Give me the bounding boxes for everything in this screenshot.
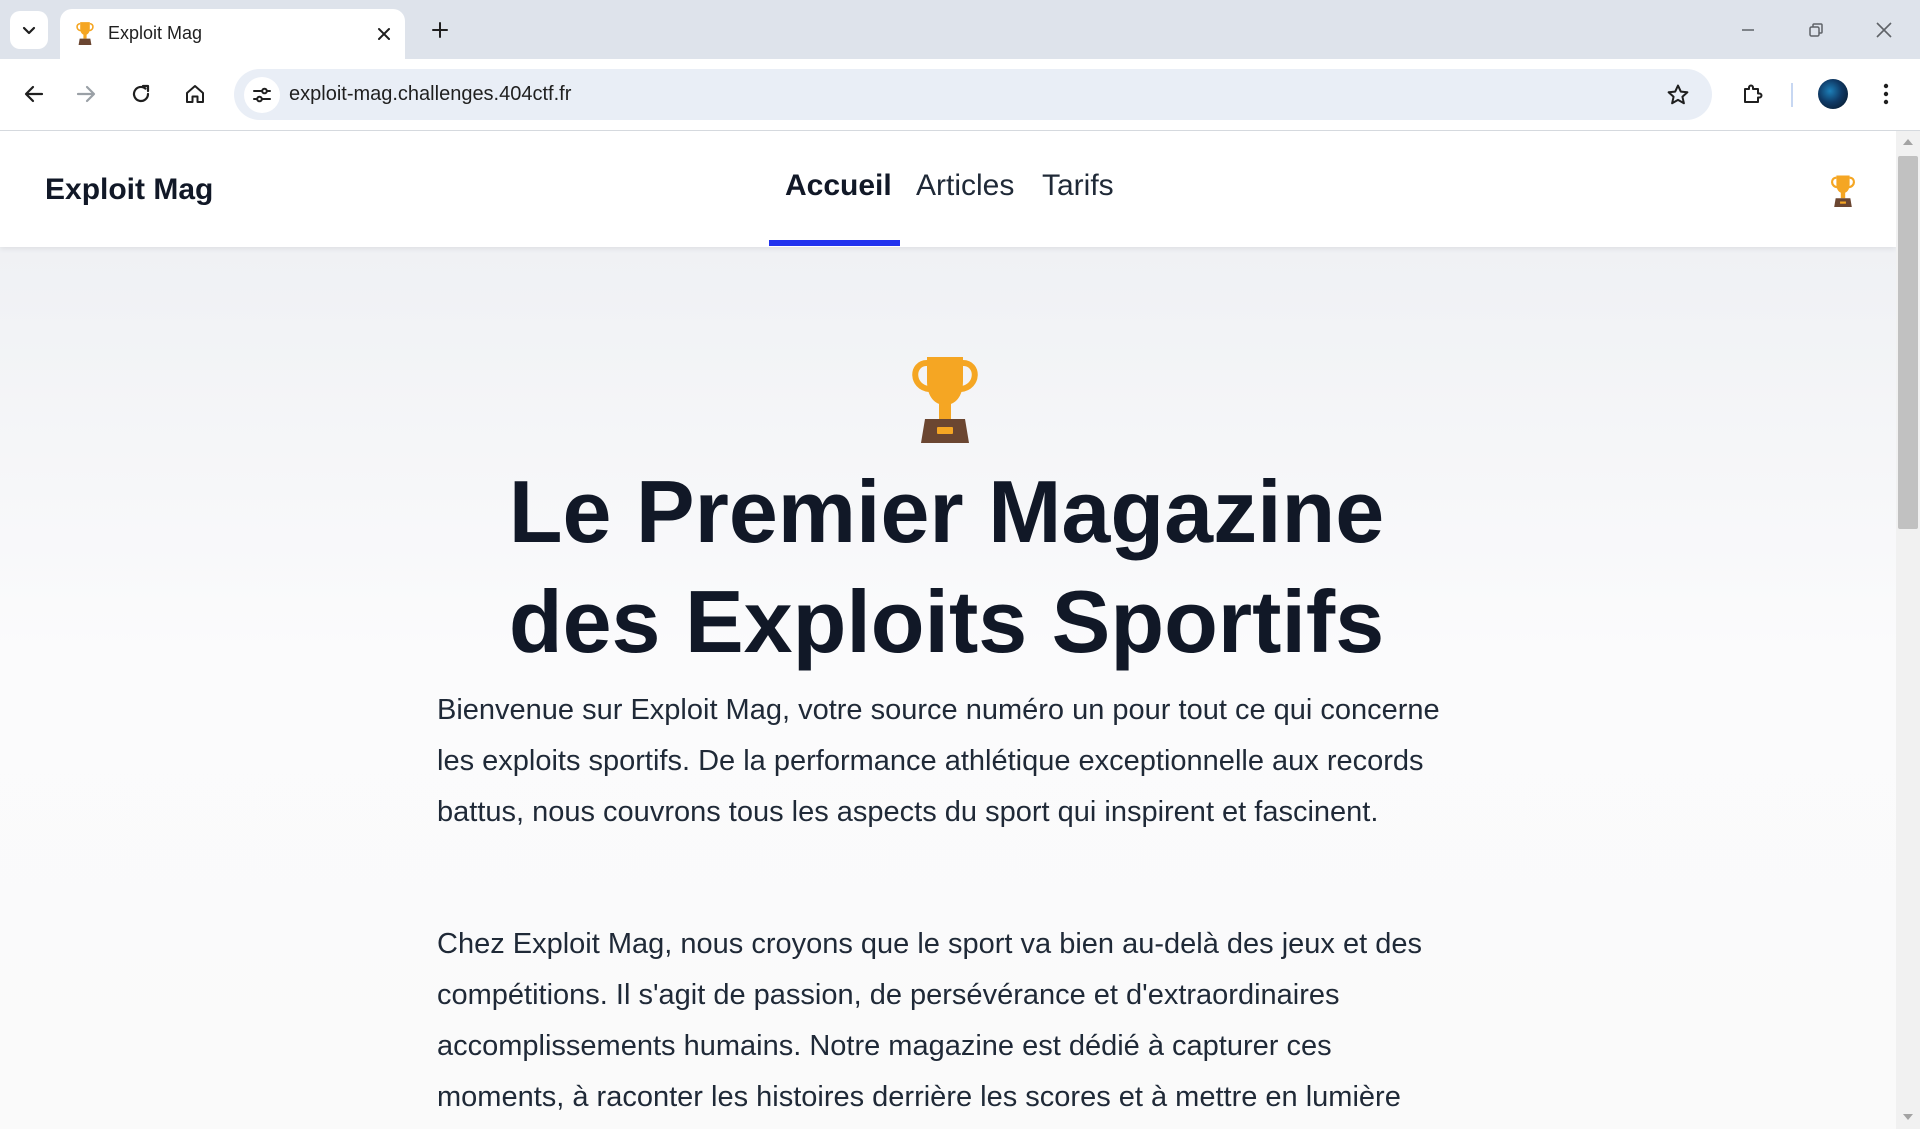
tab-search-icon xyxy=(22,26,36,35)
forward-icon xyxy=(76,85,96,103)
browser-toolbar: exploit-mag.challenges.404ctf.fr xyxy=(0,59,1920,131)
trophy-favicon-icon xyxy=(76,22,94,45)
nav-link-tarifs[interactable]: Tarifs xyxy=(1042,169,1114,203)
scroll-down-button[interactable] xyxy=(1901,1110,1915,1124)
back-button[interactable] xyxy=(14,74,54,114)
minimize-icon xyxy=(1742,29,1754,31)
extensions-button[interactable] xyxy=(1733,74,1773,114)
home-button[interactable] xyxy=(175,74,215,114)
close-icon xyxy=(378,28,390,40)
profile-avatar[interactable] xyxy=(1818,79,1848,109)
window-close-icon xyxy=(1876,22,1892,38)
restore-button[interactable] xyxy=(1796,10,1836,50)
intro-paragraph-1: Bienvenue sur Exploit Mag, votre source … xyxy=(437,694,1440,828)
scroll-up-arrow-icon xyxy=(1903,139,1913,145)
nav-link-articles[interactable]: Articles xyxy=(916,169,1014,203)
minimize-button[interactable] xyxy=(1728,10,1768,50)
url-text[interactable]: exploit-mag.challenges.404ctf.fr xyxy=(289,83,571,106)
bookmark-button[interactable] xyxy=(1660,77,1696,113)
extensions-icon xyxy=(1744,84,1763,103)
address-bar[interactable]: exploit-mag.challenges.404ctf.fr xyxy=(234,69,1712,120)
hero-title-line-2: des Exploits Sportifs xyxy=(508,572,1385,671)
home-icon xyxy=(186,85,204,103)
browser-tab-strip: Exploit Mag xyxy=(0,0,1920,59)
browser-tab[interactable]: Exploit Mag xyxy=(60,9,405,59)
scroll-down-arrow-icon xyxy=(1903,1114,1913,1120)
site-info-icon xyxy=(253,87,271,103)
forward-button[interactable] xyxy=(66,74,106,114)
tab-search-button[interactable] xyxy=(10,11,48,49)
scroll-thumb[interactable] xyxy=(1898,156,1918,529)
hero-trophy-icon xyxy=(912,357,978,443)
page-viewport: Exploit Mag Accueil Articles Tarifs Le P… xyxy=(0,131,1896,1129)
more-menu-icon xyxy=(1883,83,1889,105)
back-icon xyxy=(24,85,44,103)
reload-button[interactable] xyxy=(121,74,161,114)
hero-title-line-1: Le Premier Magazine xyxy=(508,462,1385,561)
reload-icon xyxy=(132,84,150,103)
site-info-button[interactable] xyxy=(244,77,280,113)
site-header: Exploit Mag Accueil Articles Tarifs xyxy=(0,131,1896,247)
window-close-button[interactable] xyxy=(1864,10,1904,50)
tab-close-button[interactable] xyxy=(371,21,397,47)
tab-title: Exploit Mag xyxy=(108,23,203,43)
site-brand[interactable]: Exploit Mag xyxy=(45,173,213,207)
bookmark-star-icon xyxy=(1667,84,1689,105)
trophy-icon[interactable] xyxy=(1828,174,1858,207)
toolbar-divider xyxy=(1791,83,1793,107)
scroll-up-button[interactable] xyxy=(1901,135,1915,149)
new-tab-button[interactable] xyxy=(424,14,456,46)
hero-title: Le Premier Magazine des Exploits Sportif… xyxy=(400,457,1493,677)
restore-icon xyxy=(1809,23,1823,37)
plus-icon xyxy=(432,22,448,38)
more-menu-button[interactable] xyxy=(1866,74,1906,114)
nav-link-accueil[interactable]: Accueil xyxy=(785,169,892,203)
intro-paragraph-2: Chez Exploit Mag, nous croyons que le sp… xyxy=(437,928,1422,1113)
active-nav-indicator xyxy=(769,240,900,246)
